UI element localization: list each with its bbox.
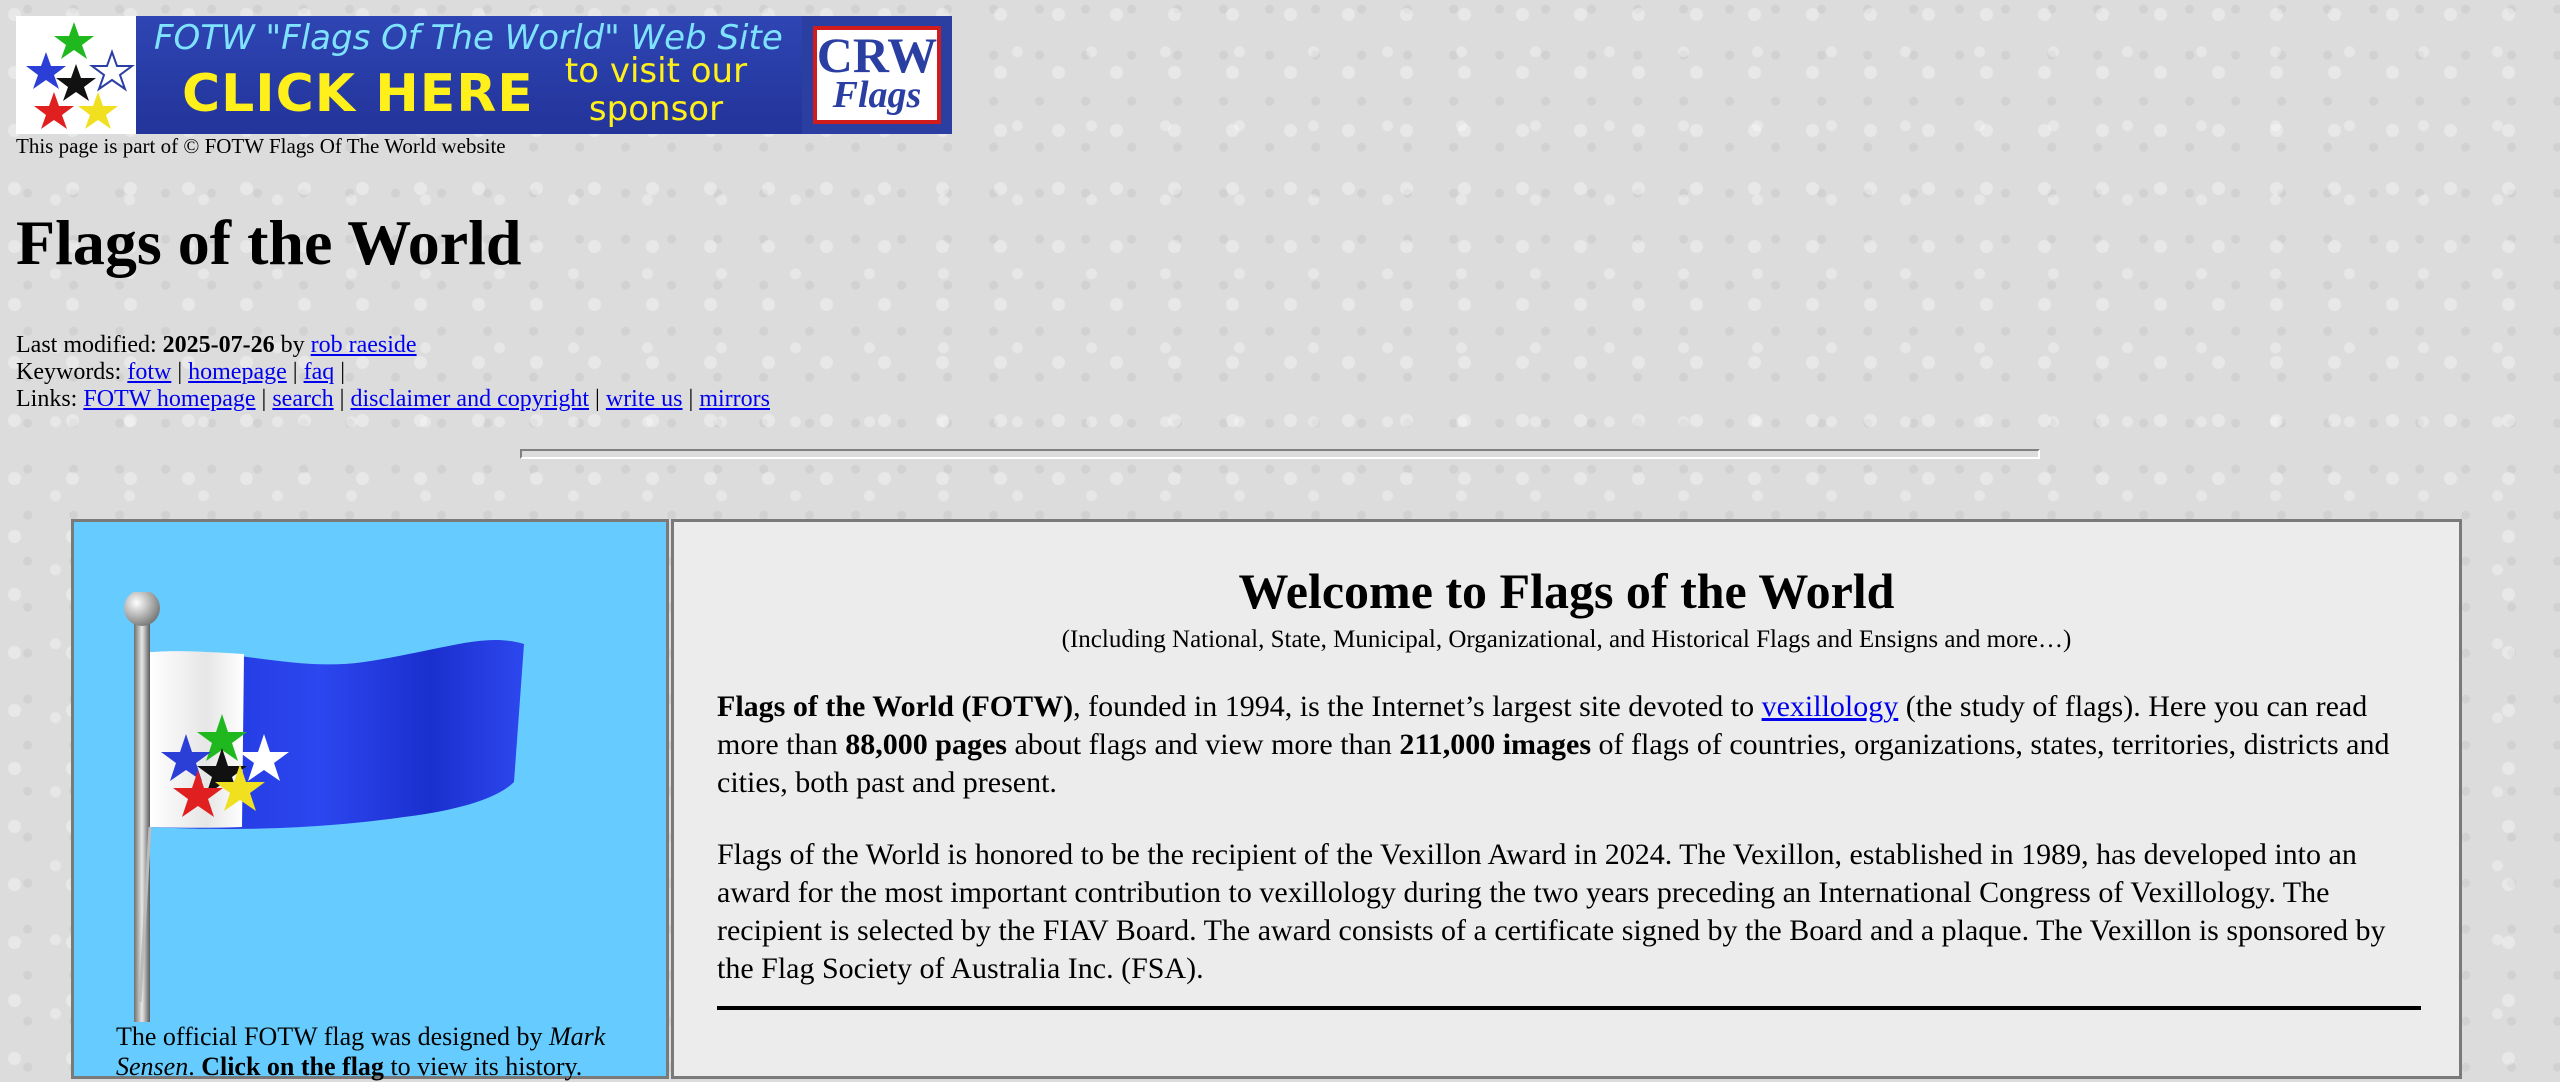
site-membership-note: This page is part of © FOTW Flags Of The… <box>16 134 506 158</box>
fotw-name: Flags of the World (FOTW) <box>717 690 1074 723</box>
caption-text: to view its history. <box>383 1052 583 1081</box>
author-link[interactable]: rob raeside <box>311 332 417 358</box>
link-fotw-homepage[interactable]: FOTW homepage <box>83 386 255 412</box>
pages-count: 88,000 pages <box>845 728 1007 761</box>
horizontal-divider <box>520 449 2040 459</box>
keyword-link-faq[interactable]: faq <box>304 359 335 385</box>
vexillon-award-paragraph: Flags of the World is honored to be the … <box>717 838 2386 985</box>
keywords-label: Keywords: <box>16 359 128 385</box>
links-line: Links: FOTW homepage | search | disclaim… <box>16 386 770 413</box>
sponsor-banner[interactable]: FOTW "Flags Of The World" Web Site CLICK… <box>16 16 952 134</box>
separator: | <box>333 386 351 412</box>
caption-text: The official FOTW flag was designed by <box>116 1022 549 1051</box>
click-flag-hint: Click on the flag <box>201 1052 384 1081</box>
fotw-stars-logo <box>16 16 136 134</box>
banner-visit-sponsor: to visit our sponsor <box>564 51 748 129</box>
crw-flags-logo: CRW Flags <box>802 16 952 134</box>
welcome-panel: Welcome to Flags of the World (Including… <box>671 519 2462 1079</box>
caption-text: . <box>188 1052 202 1081</box>
separator: | <box>589 386 606 412</box>
link-write-us[interactable]: write us <box>606 386 683 412</box>
separator: | <box>171 359 189 385</box>
fotw-flag-image[interactable] <box>114 590 634 1027</box>
section-rule <box>717 1006 2421 1010</box>
page-title: Flags of the World <box>16 207 522 278</box>
separator: | <box>255 386 273 412</box>
separator: | <box>682 386 700 412</box>
by-label: by <box>274 332 311 358</box>
keywords-line: Keywords: fotw | homepage | faq | <box>16 359 770 386</box>
last-modified-line: Last modified: 2025-07-26 by rob raeside <box>16 332 770 359</box>
link-mirrors[interactable]: mirrors <box>699 386 770 412</box>
fotw-flag-panel: The official FOTW flag was designed by M… <box>71 519 669 1082</box>
separator: | <box>334 359 346 385</box>
crw-logo-top: CRW <box>816 27 938 83</box>
links-label: Links: <box>16 386 84 412</box>
crw-logo-bottom: Flags <box>832 74 922 116</box>
banner-click-here[interactable]: CLICK HERE <box>182 64 534 124</box>
vexillology-link[interactable]: vexillology <box>1762 690 1899 723</box>
link-disclaimer[interactable]: disclaimer and copyright <box>350 386 589 412</box>
images-count: 211,000 images <box>1399 728 1592 761</box>
last-modified-date: 2025-07-26 <box>162 332 275 358</box>
last-modified-label: Last modified: <box>16 332 163 358</box>
intro-text: , founded in 1994, is the Internet’s lar… <box>1073 690 1762 723</box>
link-search[interactable]: search <box>272 386 333 412</box>
intro-text: about flags and view more than <box>1006 728 1400 761</box>
separator: | <box>286 359 304 385</box>
flag-caption: The official FOTW flag was designed by M… <box>116 1022 636 1082</box>
page-meta: Last modified: 2025-07-26 by rob raeside… <box>16 332 770 413</box>
welcome-subtitle: (Including National, State, Municipal, O… <box>1061 626 2072 653</box>
welcome-title: Welcome to Flags of the World <box>1238 563 1895 619</box>
banner-text-area[interactable]: FOTW "Flags Of The World" Web Site CLICK… <box>136 16 802 134</box>
intro-paragraph: Flags of the World (FOTW), founded in 19… <box>717 688 2421 802</box>
keyword-link-fotw[interactable]: fotw <box>127 359 171 385</box>
keyword-link-homepage[interactable]: homepage <box>188 359 287 385</box>
